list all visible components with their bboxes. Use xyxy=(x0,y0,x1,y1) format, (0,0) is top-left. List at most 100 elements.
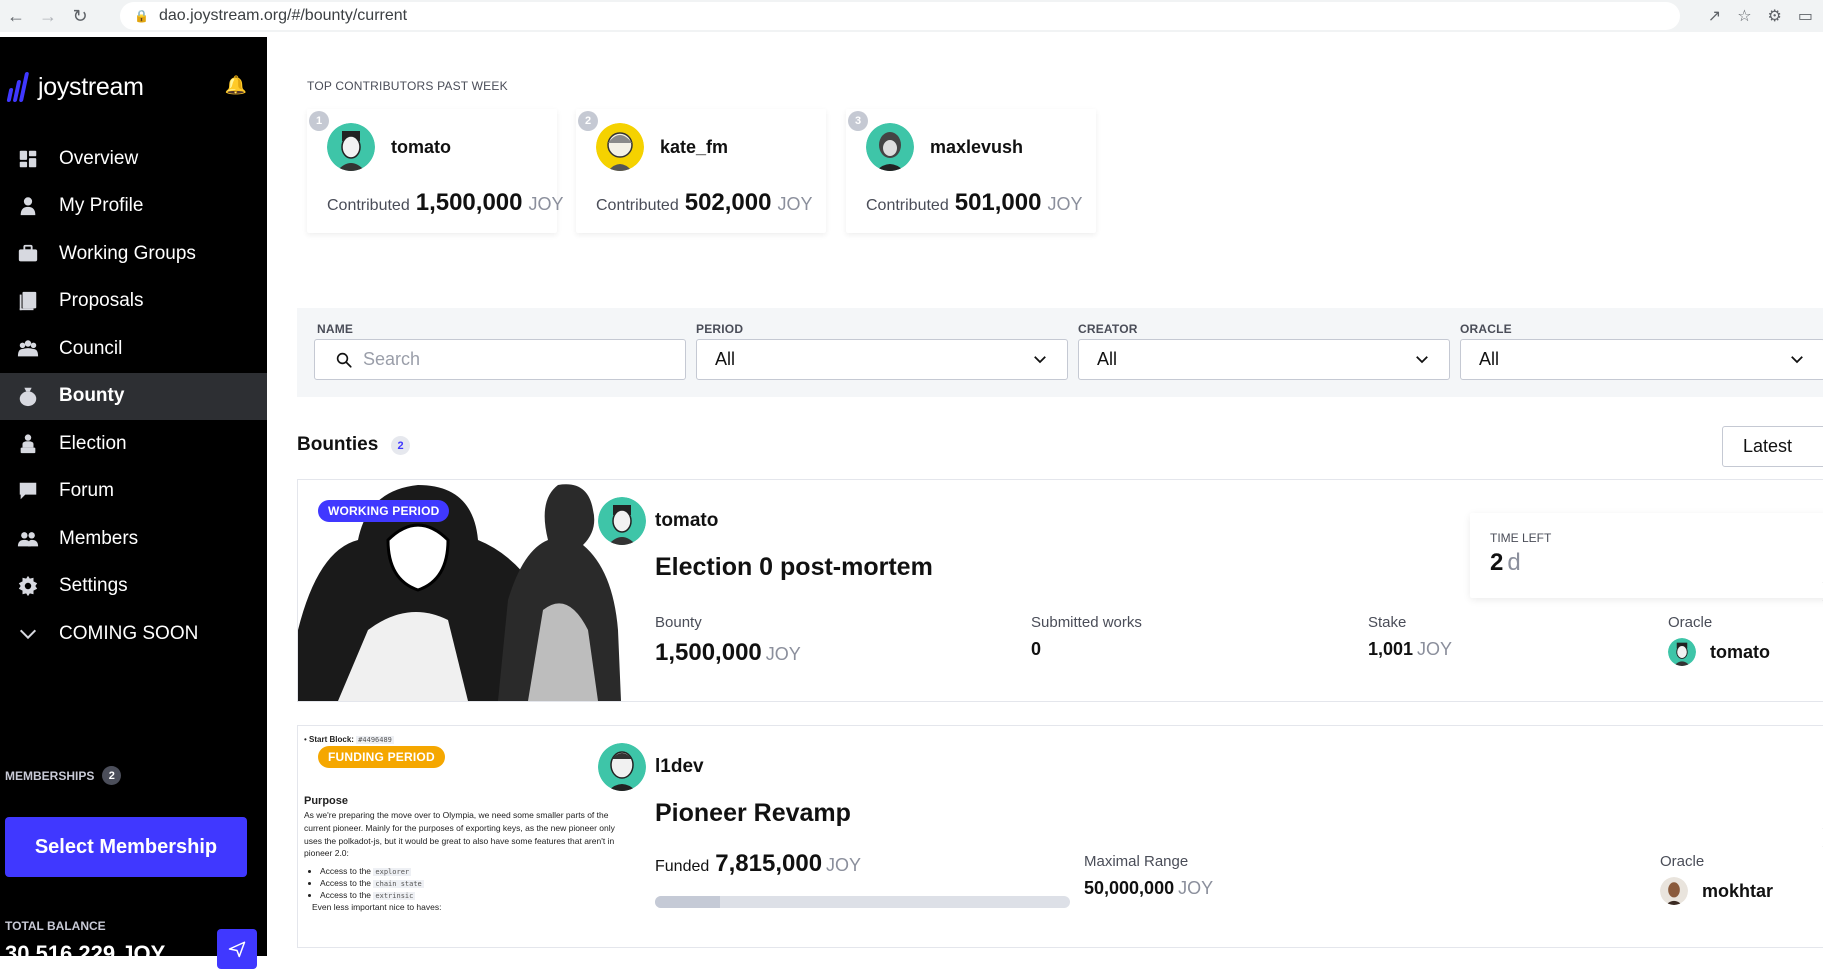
sidebar-item-label: Council xyxy=(59,337,123,359)
bounty-amount-label: Bounty xyxy=(655,614,702,631)
back-arrow-icon[interactable]: ← xyxy=(0,0,32,32)
stake-value: 1,001 JOY xyxy=(1368,639,1452,660)
contributor-card[interactable]: 3 maxlevush Contributed 501,000 JOY xyxy=(846,109,1096,233)
creator-select[interactable]: All xyxy=(1078,339,1450,380)
sidebar-item-forum[interactable]: Forum xyxy=(0,468,267,516)
sort-value: Latest xyxy=(1743,436,1793,456)
sidebar-item-coming-soon[interactable]: COMING SOON xyxy=(0,610,267,658)
doc-bullet: Access to the extrinsic xyxy=(320,890,615,902)
logo[interactable]: joystream 🔔 xyxy=(0,69,267,105)
sidebar-item-council[interactable]: Council xyxy=(0,325,267,373)
select-membership-button[interactable]: Select Membership xyxy=(5,817,247,877)
avatar xyxy=(327,123,375,171)
bounty-image: • Start Block: #4496489 Purpose As we're… xyxy=(298,726,621,947)
sort-select[interactable]: Latest xyxy=(1722,426,1823,467)
funded-label: Funded xyxy=(655,858,710,875)
bounty-title[interactable]: Pioneer Revamp xyxy=(655,799,851,828)
currency-unit: JOY xyxy=(528,194,564,214)
oracle-select[interactable]: All xyxy=(1460,339,1823,380)
sidebar-item-working-groups[interactable]: Working Groups xyxy=(0,230,267,278)
sidebar-item-label: Forum xyxy=(59,480,114,502)
creator-value: All xyxy=(1097,349,1118,369)
bounty-amount-number: 1,500,000 xyxy=(655,639,762,666)
bounty-amount-value: 1,500,000 JOY xyxy=(655,639,801,667)
contributed-line: Contributed 502,000 JOY xyxy=(596,189,813,217)
currency-unit: JOY xyxy=(765,644,801,664)
doc-bullets: Access to the explorer Access to the cha… xyxy=(304,866,615,902)
avatar xyxy=(1660,877,1688,905)
joystream-logo-icon xyxy=(6,72,30,102)
address-bar[interactable]: 🔒 dao.joystream.org/#/bounty/current xyxy=(120,2,1680,30)
bell-icon[interactable]: 🔔 xyxy=(225,75,247,96)
bounty-card[interactable]: WORKING PERIOD tomato Election 0 post-mo… xyxy=(297,479,1823,702)
start-block-line: • Start Block: #4496489 xyxy=(304,735,394,744)
contributed-label: Contributed xyxy=(866,197,949,214)
share-icon[interactable]: ↗ xyxy=(1708,6,1721,26)
status-badge: FUNDING PERIOD xyxy=(318,746,445,768)
sidepanel-icon[interactable]: ▭ xyxy=(1798,6,1813,26)
bounty-title[interactable]: Election 0 post-mortem xyxy=(655,553,933,582)
memberships-text: MEMBERSHIPS xyxy=(5,768,95,783)
sidebar-item-label: Settings xyxy=(59,575,128,597)
send-icon[interactable] xyxy=(217,929,257,969)
election-icon xyxy=(16,432,40,456)
chevron-down-icon xyxy=(1034,356,1046,364)
sidebar-item-members[interactable]: Members xyxy=(0,515,267,563)
oracle-label: Oracle xyxy=(1668,614,1713,631)
chevron-down-icon xyxy=(1791,356,1803,364)
bullet-text: Access to the xyxy=(320,866,372,877)
currency-unit: JOY xyxy=(1178,878,1214,898)
creator-name[interactable]: l1dev xyxy=(655,756,704,778)
sidebar-item-election[interactable]: Election xyxy=(0,420,267,468)
contributor-card[interactable]: 1 tomato Contributed 1,500,000 JOY xyxy=(307,109,564,233)
search-input[interactable]: Search xyxy=(314,339,686,380)
bounty-image: WORKING PERIOD xyxy=(298,480,621,701)
memberships-count: 2 xyxy=(102,766,122,785)
oracle-member[interactable]: tomato xyxy=(1668,638,1770,666)
total-balance-value: 30,516,229 JOY xyxy=(5,941,166,966)
contributor-card[interactable]: 2 kate_fm Contributed 502,000 JOY xyxy=(576,109,826,233)
maximal-range-label: Maximal Range xyxy=(1084,853,1189,870)
sidebar: joystream 🔔 Overview My Profile Working Gr… xyxy=(0,37,267,969)
creator-name[interactable]: tomato xyxy=(655,510,718,532)
extensions-icon[interactable]: ⚙ xyxy=(1768,6,1782,26)
oracle-name: mokhtar xyxy=(1702,880,1774,901)
sidebar-item-bounty[interactable]: Bounty xyxy=(0,372,267,420)
bounty-icon xyxy=(16,384,40,408)
star-icon[interactable]: ☆ xyxy=(1737,6,1751,26)
period-value: All xyxy=(715,349,736,369)
time-left-unit: d xyxy=(1507,549,1521,576)
sidebar-item-proposals[interactable]: Proposals xyxy=(0,278,267,326)
avatar xyxy=(598,743,646,791)
currency-unit: JOY xyxy=(777,194,813,214)
oracle-name: tomato xyxy=(1710,641,1770,662)
sidebar-item-label: COMING SOON xyxy=(59,622,199,644)
period-select[interactable]: All xyxy=(696,339,1068,380)
sidebar-item-label: Election xyxy=(59,432,127,454)
time-left-number: 2 xyxy=(1490,549,1504,576)
forward-arrow-icon[interactable]: → xyxy=(32,0,64,32)
purpose-text: As we're preparing the move over to Olym… xyxy=(304,810,615,859)
council-icon xyxy=(16,337,40,361)
rank-badge: 1 xyxy=(309,111,329,131)
reload-icon[interactable]: ↻ xyxy=(64,0,96,32)
funding-progress-fill xyxy=(655,896,720,908)
main-content: TOP CONTRIBUTORS PAST WEEK 1 tomato Cont… xyxy=(267,37,1823,956)
bullet-text: Access to the xyxy=(320,878,372,889)
contributed-amount: 502,000 xyxy=(684,189,772,216)
gear-icon xyxy=(16,574,40,598)
oracle-filter-label: ORACLE xyxy=(1460,322,1512,336)
sidebar-item-settings[interactable]: Settings xyxy=(0,563,267,611)
sidebar-item-my-profile[interactable]: My Profile xyxy=(0,183,267,231)
avatar xyxy=(1668,638,1696,666)
bounties-title: Bounties xyxy=(297,434,379,455)
bullet-text: Access to the xyxy=(320,889,372,900)
bounty-card[interactable]: • Start Block: #4496489 Purpose As we're… xyxy=(297,725,1823,948)
contributed-line: Contributed 501,000 JOY xyxy=(866,189,1083,217)
status-badge: WORKING PERIOD xyxy=(318,500,450,522)
oracle-member[interactable]: mokhtar xyxy=(1660,877,1773,905)
avatar xyxy=(598,497,646,545)
doc-bullet: Access to the explorer xyxy=(320,866,615,878)
contributor-name: tomato xyxy=(391,137,451,157)
sidebar-item-overview[interactable]: Overview xyxy=(0,135,267,183)
